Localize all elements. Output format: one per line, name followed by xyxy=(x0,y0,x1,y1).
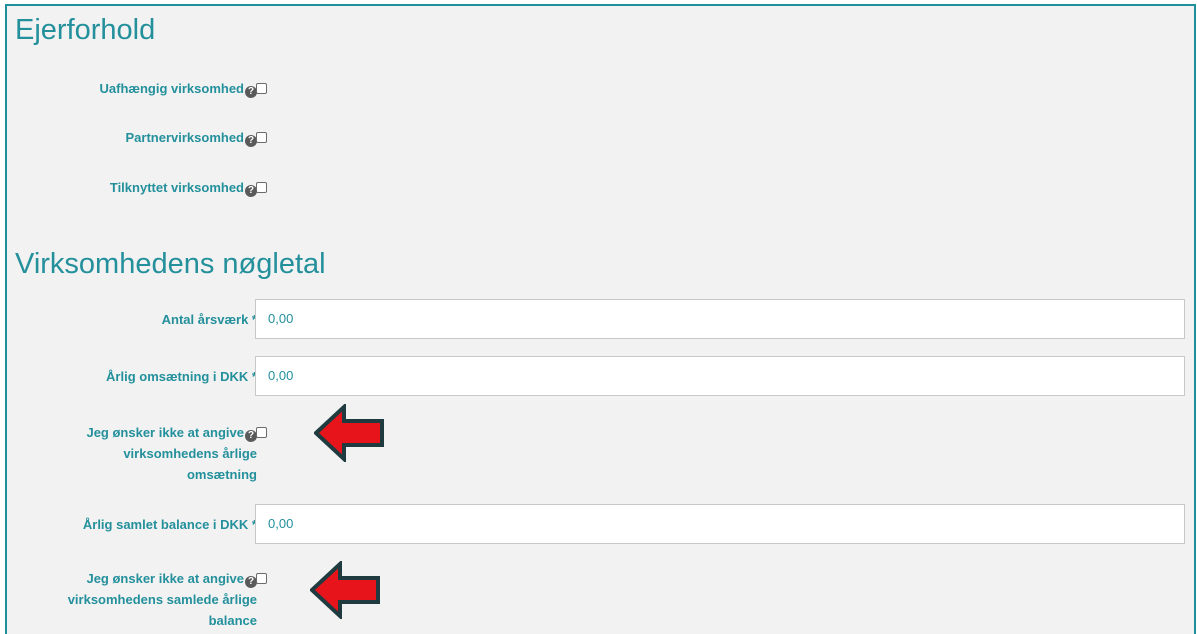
checkbox-no-turnover[interactable] xyxy=(256,427,267,438)
label-turnover: Årlig omsætning i DKK * xyxy=(106,369,257,384)
label-uafhaengig: Uafhængig virksomhed? xyxy=(100,78,257,99)
balance-input[interactable]: 0,00 xyxy=(255,504,1185,544)
label-no-balance: Jeg ønsker ikke at angive? virksomhedens… xyxy=(67,571,257,628)
label-no-turnover: Jeg ønsker ikke at angive? virksomhedens… xyxy=(86,425,257,482)
red-arrow-left-icon xyxy=(310,561,380,619)
checkbox-no-balance[interactable] xyxy=(256,573,267,584)
turnover-input[interactable]: 0,00 xyxy=(255,356,1185,396)
red-arrow-left-icon xyxy=(314,404,384,462)
section-title-noegletal: Virksomhedens nøgletal xyxy=(15,248,326,280)
label-balance: Årlig samlet balance i DKK * xyxy=(82,517,257,532)
section-title-ejerforhold: Ejerforhold xyxy=(15,14,156,46)
label-employees: Antal årsværk * xyxy=(161,312,257,327)
checkbox-uafhaengig[interactable] xyxy=(256,83,267,94)
employees-input[interactable]: 0,00 xyxy=(255,299,1185,339)
checkbox-tilknyttet[interactable] xyxy=(256,182,267,193)
checkbox-partner[interactable] xyxy=(256,132,267,143)
label-partner: Partnervirksomhed? xyxy=(126,127,257,148)
label-tilknyttet: Tilknyttet virksomhed? xyxy=(110,177,257,198)
